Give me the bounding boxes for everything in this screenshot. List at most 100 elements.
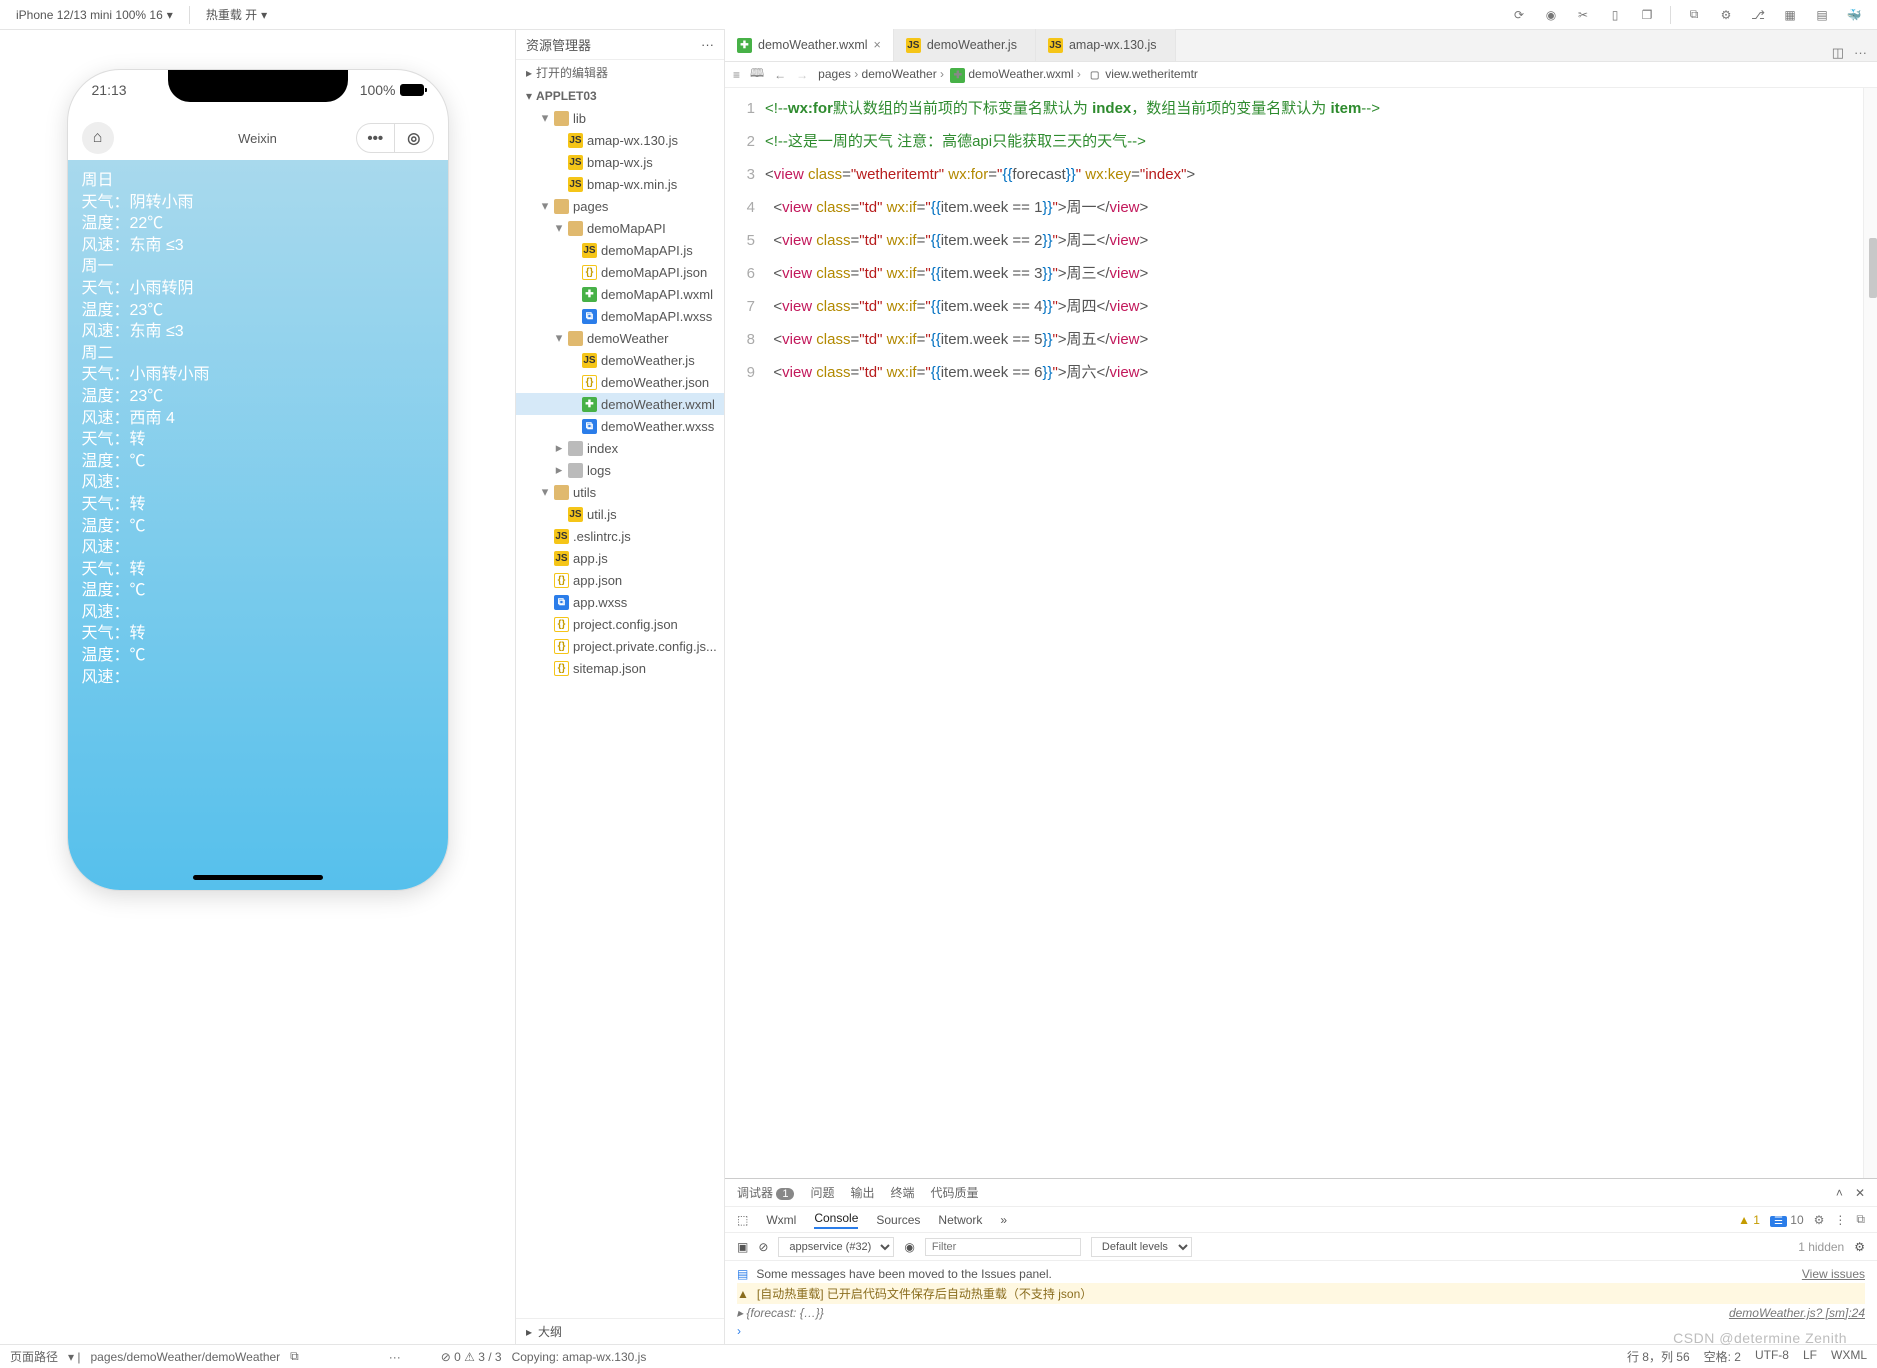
- file-tree[interactable]: ▾libJSamap-wx.130.jsJSbmap-wx.jsJSbmap-w…: [516, 107, 724, 1318]
- info-count[interactable]: ☰ 10: [1770, 1213, 1804, 1227]
- page-path[interactable]: pages/demoWeather/demoWeather: [91, 1350, 281, 1364]
- collapse-icon[interactable]: ˄: [1836, 1186, 1843, 1200]
- popout-icon[interactable]: ⧉: [1856, 1212, 1865, 1227]
- console-prompt[interactable]: ›: [737, 1324, 741, 1338]
- device-select[interactable]: iPhone 12/13 mini 100% 16 ▾: [10, 6, 179, 24]
- tree-item[interactable]: ⧉app.wxss: [516, 591, 724, 613]
- tree-item[interactable]: JSdemoMapAPI.js: [516, 239, 724, 261]
- console-body[interactable]: ▤Some messages have been moved to the Is…: [725, 1261, 1877, 1344]
- output-tab[interactable]: 输出: [851, 1184, 875, 1201]
- stop-icon[interactable]: ◉: [1538, 2, 1564, 28]
- console-subtab[interactable]: Console: [814, 1211, 858, 1229]
- wxml-subtab[interactable]: Wxml: [766, 1213, 796, 1227]
- quality-tab[interactable]: 代码质量: [931, 1184, 979, 1201]
- clear-icon[interactable]: ⊘: [758, 1240, 768, 1254]
- settings-icon[interactable]: ⚙: [1713, 2, 1739, 28]
- close-icon[interactable]: ✕: [1855, 1186, 1865, 1200]
- code-line[interactable]: <view class="td" wx:if="{{item.week == 4…: [765, 290, 1857, 323]
- network-subtab[interactable]: Network: [938, 1213, 982, 1227]
- view-issues-link[interactable]: View issues: [1802, 1267, 1865, 1281]
- code-editor[interactable]: 123456789 <!--wx:for默认数组的当前项的下标变量名默认为 in…: [725, 88, 1877, 1178]
- home-icon[interactable]: ⌂: [82, 122, 114, 154]
- code-line[interactable]: <!--这是一周的天气 注意：高德api只能获取三天的天气-->: [765, 125, 1857, 158]
- tree-item[interactable]: JS.eslintrc.js: [516, 525, 724, 547]
- tree-item[interactable]: {}demoWeather.json: [516, 371, 724, 393]
- tree-item[interactable]: {}sitemap.json: [516, 657, 724, 679]
- tree-item[interactable]: JSdemoWeather.js: [516, 349, 724, 371]
- code-line[interactable]: <view class="wetheritemtr" wx:for="{{for…: [765, 158, 1857, 191]
- refresh-icon[interactable]: ⟳: [1506, 2, 1532, 28]
- issues-tab[interactable]: 问题: [810, 1184, 834, 1201]
- warning-count[interactable]: ▲ 1: [1738, 1213, 1760, 1227]
- play-icon[interactable]: ▣: [737, 1240, 748, 1254]
- tree-item[interactable]: JSapp.js: [516, 547, 724, 569]
- code-line[interactable]: <!--wx:for默认数组的当前项的下标变量名默认为 index，数组当前项的…: [765, 92, 1857, 125]
- more-icon[interactable]: ···: [1854, 45, 1867, 61]
- indent[interactable]: 空格: 2: [1704, 1348, 1741, 1365]
- terminal-tab[interactable]: 终端: [891, 1184, 915, 1201]
- sources-subtab[interactable]: Sources: [876, 1213, 920, 1227]
- tree-item[interactable]: JSbmap-wx.js: [516, 151, 724, 173]
- tree-item[interactable]: {}project.private.config.js...: [516, 635, 724, 657]
- more-subtabs-icon[interactable]: »: [1000, 1213, 1007, 1227]
- app-body[interactable]: 周日天气：阴转小雨温度：22℃风速：东南 ≤3周一天气：小雨转阴温度：23℃风速…: [68, 160, 448, 890]
- tree-item[interactable]: ⧉demoWeather.wxss: [516, 415, 724, 437]
- tree-item[interactable]: ▾utils: [516, 481, 724, 503]
- tree-item[interactable]: JSutil.js: [516, 503, 724, 525]
- open-editors-section[interactable]: ▸ 打开的编辑器: [516, 60, 724, 85]
- editor-tab[interactable]: ✚demoWeather.wxml×: [725, 29, 894, 61]
- tree-item[interactable]: ⧉demoMapAPI.wxss: [516, 305, 724, 327]
- toc-icon[interactable]: ≡: [733, 68, 740, 82]
- cursor-pos[interactable]: 行 8，列 56: [1627, 1348, 1690, 1365]
- context-select[interactable]: appservice (#32): [778, 1237, 894, 1257]
- cut-icon[interactable]: ✂: [1570, 2, 1596, 28]
- debugger-tab[interactable]: 调试器 1: [737, 1184, 794, 1201]
- capsule-menu-icon[interactable]: •••: [357, 124, 396, 152]
- tree-item[interactable]: ▾lib: [516, 107, 724, 129]
- docker-icon[interactable]: 🐳: [1841, 2, 1867, 28]
- code-line[interactable]: <view class="td" wx:if="{{item.week == 2…: [765, 224, 1857, 257]
- tree-item[interactable]: {}app.json: [516, 569, 724, 591]
- tree-item[interactable]: ▾demoMapAPI: [516, 217, 724, 239]
- tree-item[interactable]: ✚demoMapAPI.wxml: [516, 283, 724, 305]
- tree-item[interactable]: ▸logs: [516, 459, 724, 481]
- editor-tab[interactable]: JSamap-wx.130.js: [1036, 29, 1176, 61]
- inspect-icon[interactable]: ⬚: [737, 1213, 748, 1227]
- code-line[interactable]: <view class="td" wx:if="{{item.week == 6…: [765, 356, 1857, 389]
- windows-icon[interactable]: ❐: [1634, 2, 1660, 28]
- filter-input[interactable]: [925, 1238, 1081, 1256]
- tree-item[interactable]: JSamap-wx.130.js: [516, 129, 724, 151]
- popout-icon[interactable]: ⧉: [1681, 2, 1707, 28]
- lang-mode[interactable]: WXML: [1831, 1348, 1867, 1365]
- explorer-more-icon[interactable]: ···: [701, 37, 714, 52]
- tree-item[interactable]: {}demoMapAPI.json: [516, 261, 724, 283]
- tree-item[interactable]: ▸index: [516, 437, 724, 459]
- code-line[interactable]: <view class="td" wx:if="{{item.week == 5…: [765, 323, 1857, 356]
- copy-icon[interactable]: ⧉: [290, 1349, 299, 1364]
- capsule-close-icon[interactable]: ◎: [395, 124, 433, 152]
- branch-icon[interactable]: ⎇: [1745, 2, 1771, 28]
- tree-item[interactable]: ✚demoWeather.wxml: [516, 393, 724, 415]
- hidden-count[interactable]: 1 hidden: [1798, 1240, 1844, 1254]
- code-line[interactable]: <view class="td" wx:if="{{item.week == 1…: [765, 191, 1857, 224]
- outline-section[interactable]: ▸ 大纲: [516, 1318, 724, 1344]
- hot-reload-toggle[interactable]: 热重载 开 ▾: [200, 4, 273, 25]
- tree-item[interactable]: {}project.config.json: [516, 613, 724, 635]
- levels-select[interactable]: Default levels: [1091, 1237, 1192, 1257]
- capsule-button[interactable]: •••◎: [356, 123, 434, 153]
- tree-item[interactable]: JSbmap-wx.min.js: [516, 173, 724, 195]
- kebab-icon[interactable]: ⋮: [1834, 1213, 1846, 1227]
- tree-item[interactable]: ▾pages: [516, 195, 724, 217]
- nav-fwd-icon[interactable]: →: [796, 68, 808, 82]
- breadcrumb[interactable]: pages › demoWeather › ✚demoWeather.wxml …: [818, 67, 1198, 83]
- grid-icon[interactable]: ▦: [1777, 2, 1803, 28]
- page-path-label[interactable]: 页面路径: [10, 1348, 58, 1365]
- encoding[interactable]: UTF-8: [1755, 1348, 1789, 1365]
- eye-icon[interactable]: ◉: [904, 1240, 914, 1254]
- tree-item[interactable]: ▾demoWeather: [516, 327, 724, 349]
- nav-back-icon[interactable]: ←: [774, 68, 786, 82]
- bookmark-icon[interactable]: 🕮: [750, 64, 764, 85]
- code-body[interactable]: <!--wx:for默认数组的当前项的下标变量名默认为 index，数组当前项的…: [765, 88, 1863, 1178]
- terminal-icon[interactable]: ▤: [1809, 2, 1835, 28]
- eol[interactable]: LF: [1803, 1348, 1817, 1365]
